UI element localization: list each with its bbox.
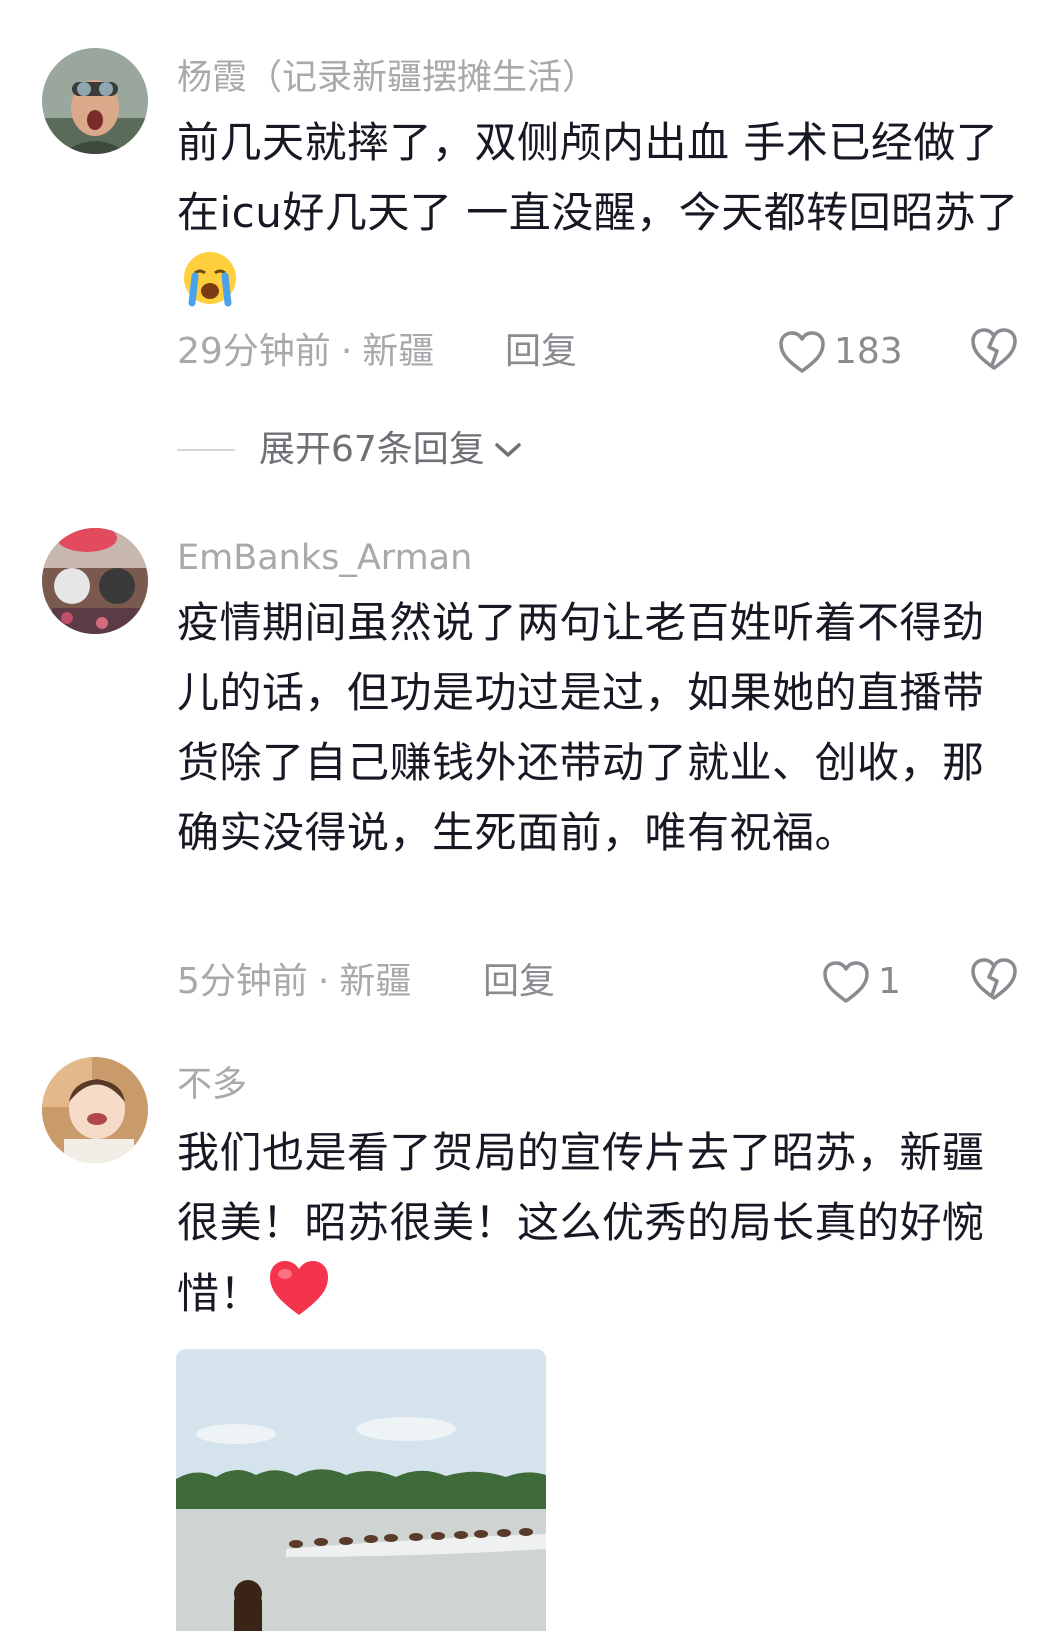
comment-item: 不多 我们也是看了贺局的宣传片去了昭苏，新疆很美！昭苏很美！这么优秀的局长真的好… bbox=[0, 0, 1046, 1631]
avatar[interactable] bbox=[42, 1057, 148, 1163]
horses-river-photo bbox=[176, 1349, 546, 1631]
username[interactable]: 不多 bbox=[177, 1063, 247, 1107]
avatar-image bbox=[42, 1057, 148, 1163]
comment-attachment-image[interactable] bbox=[176, 1349, 546, 1631]
red-heart-emoji bbox=[266, 1258, 332, 1339]
comment-text: 我们也是看了贺局的宣传片去了昭苏，新疆很美！昭苏很美！这么优秀的局长真的好惋惜！ bbox=[177, 1118, 997, 1339]
